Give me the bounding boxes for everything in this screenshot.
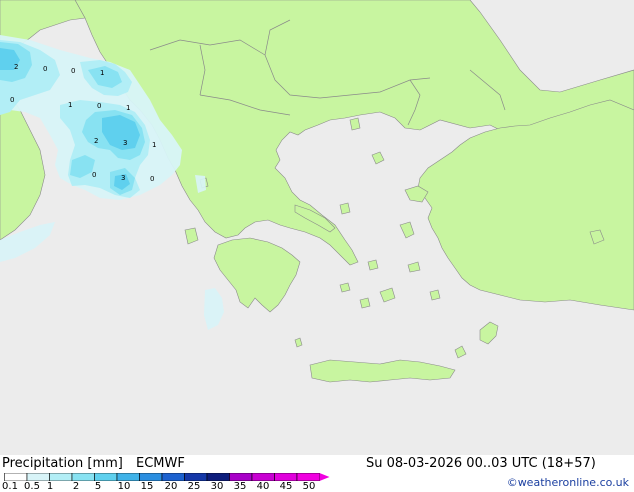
rain-label: 1 [152,141,156,149]
rain-label: 1 [126,104,130,112]
weather-map-page: 2 0 0 1 0 1 0 1 2 3 1 0 3 0 Precipitatio… [0,0,634,492]
legend-tick-label: 50 [302,481,316,492]
legend-swatch [26,473,50,481]
legend-arrow [319,473,330,481]
legend-swatch [184,473,208,481]
legend-tick-label: 5 [94,481,102,492]
valid-time: Su 08-03-2026 00..03 UTC (18+57) [366,456,596,471]
rain-label: 0 [92,171,96,179]
legend-tick-label: 2 [72,481,80,492]
map-canvas: 2 0 0 1 0 1 0 1 2 3 1 0 3 0 [0,0,634,383]
legend-tick-label: 15 [140,481,154,492]
legend-swatch [296,473,320,481]
rain-label: 3 [123,139,127,147]
rain-label: 0 [71,67,75,75]
rhodes-land [479,321,499,345]
legend-swatch [71,473,95,481]
legend-swatch [49,473,73,481]
legend-tick-label: 35 [233,481,247,492]
legend-tick-label: 25 [187,481,201,492]
legend-tick-label: 30 [210,481,224,492]
chios-land [399,221,415,239]
crete-land [309,359,456,383]
color-scale-bar [4,473,330,481]
rain-label: 0 [10,96,14,104]
rain-label: 2 [94,137,98,145]
rain-label: 0 [43,65,47,73]
precipitation-map: 2 0 0 1 0 1 0 1 2 3 1 0 3 0 [0,0,634,455]
legend-tick-label: 20 [164,481,178,492]
legend-swatch [94,473,118,481]
rain-label: 1 [68,101,72,109]
legend-swatch [116,473,140,481]
anatolia-land [417,99,634,311]
legend-swatch [161,473,185,481]
legend-tick-label: 45 [279,481,293,492]
legend-title: Precipitation [mm] [2,456,123,471]
model-name: ECMWF [136,456,185,471]
rain-label: 1 [100,69,104,77]
legend-swatch [206,473,230,481]
legend-swatch [251,473,275,481]
rain-label: 0 [97,102,101,110]
credit-link[interactable]: ©weatheronline.co.uk [507,476,629,489]
map-footer: Precipitation [mm] ECMWF Su 08-03-2026 0… [0,455,634,492]
rain-label: 3 [121,174,125,182]
peloponnese-land [213,237,301,313]
legend-swatch [229,473,253,481]
legend-swatch [274,473,298,481]
legend-swatch [4,473,28,481]
rain-label: 0 [150,175,154,183]
legend-tick-label: 0.1 [2,481,18,492]
legend-swatch [139,473,163,481]
legend-tick-label: 40 [256,481,270,492]
legend-tick-label: 0.5 [24,481,40,492]
legend-tick-label: 1 [46,481,54,492]
legend-tick-label: 10 [117,481,131,492]
rain-label: 2 [14,63,18,71]
